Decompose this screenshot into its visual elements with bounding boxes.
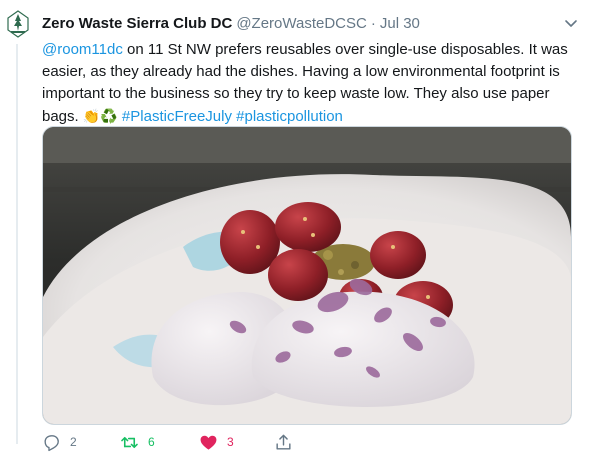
share-button[interactable] [274,430,293,454]
tweet-text: @room11dc on 11 St NW prefers reusables … [42,39,587,128]
tweet-timestamp[interactable]: Jul 30 [380,12,420,36]
reply-button[interactable]: 2 [42,430,77,454]
mention-link[interactable]: @room11dc [42,41,123,58]
author-handle[interactable]: @ZeroWasteDCSC [236,12,367,36]
like-count: 3 [227,435,234,449]
tweet-photo[interactable] [42,126,572,425]
more-options-button[interactable] [562,16,580,32]
chevron-down-icon [565,20,577,27]
sierra-club-logo-icon [7,10,29,38]
thread-line [16,44,18,444]
reply-count: 2 [70,435,77,449]
share-icon [276,434,291,450]
hashtag-plasticfreejuly[interactable]: #PlasticFreeJuly [122,108,232,125]
emoji-clap-recycle: 👏♻️ [82,108,118,124]
separator-dot: · [370,15,376,32]
like-button[interactable]: 3 [199,430,234,454]
tweet-actions: 2 6 3 [42,430,342,454]
retweet-button[interactable]: 6 [120,430,155,454]
retweet-icon [121,436,138,448]
author-display-name[interactable]: Zero Waste Sierra Club DC [42,12,232,36]
reply-icon [44,434,59,451]
tweet-header: Zero Waste Sierra Club DC @ZeroWasteDCSC… [42,12,420,36]
tweet[interactable]: Zero Waste Sierra Club DC @ZeroWasteDCSC… [0,0,597,455]
avatar[interactable] [6,10,30,38]
retweet-count: 6 [148,435,155,449]
dessert-photo [43,127,571,424]
heart-icon [200,435,217,450]
hashtag-plasticpollution[interactable]: #plasticpollution [236,108,343,125]
